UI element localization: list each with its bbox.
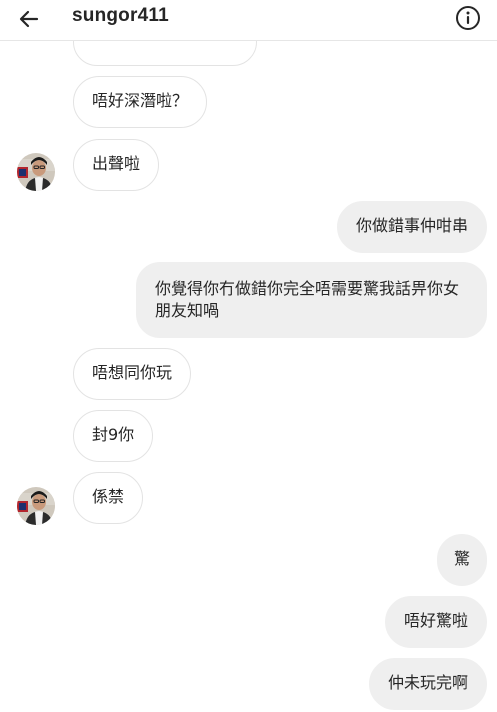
chat-header: sungor411 — [0, 0, 497, 41]
message-text: 係禁 — [92, 487, 125, 506]
message-text: 唔好驚啦 — [403, 611, 468, 630]
message-bubble-outgoing[interactable]: 你做錯事仲咁串 — [336, 201, 487, 253]
message-text: 唔好深潛啦？ — [92, 91, 189, 110]
chat-username[interactable]: sungor411 — [72, 5, 169, 27]
message-bubble-incoming[interactable]: 出聲啦 — [73, 139, 160, 191]
message-text: 驚 — [453, 549, 470, 568]
arrow-left-icon — [19, 10, 39, 28]
message-text: 出聲啦 — [92, 154, 141, 173]
message-text: 唔想同你玩 — [92, 363, 173, 382]
message-text: 你覺得你冇做錯你完全唔需要驚我話畀你女朋友知喎 — [155, 279, 460, 320]
message-text: 你做錯事仲咁串 — [355, 216, 468, 235]
message-bubble-incoming[interactable]: 封9你 — [73, 410, 154, 462]
message-thread[interactable]: 唔好深潛啦？ 出聲啦 你做錯事仲咁串 你覺得你冇做錯你完全唔需要驚我話畀你女朋友… — [0, 0, 497, 712]
avatar[interactable] — [17, 153, 55, 191]
message-bubble-incoming[interactable]: 係禁 — [73, 472, 144, 524]
info-button[interactable] — [455, 5, 481, 31]
message-bubble-incoming[interactable]: 唔好深潛啦？ — [73, 76, 208, 128]
message-bubble-incoming[interactable]: 唔想同你玩 — [73, 348, 192, 400]
profile-photo — [17, 487, 55, 525]
avatar[interactable] — [17, 487, 55, 525]
message-text: 封9你 — [92, 425, 135, 444]
back-button[interactable] — [14, 4, 44, 34]
message-text: 仲未玩完啊 — [387, 673, 468, 692]
message-bubble-outgoing[interactable]: 驚 — [436, 534, 487, 586]
profile-photo — [17, 153, 55, 191]
message-bubble-outgoing[interactable]: 唔好驚啦 — [384, 596, 487, 648]
message-bubble-outgoing[interactable]: 仲未玩完啊 — [368, 658, 487, 710]
message-bubble-outgoing[interactable]: 你覺得你冇做錯你完全唔需要驚我話畀你女朋友知喎 — [136, 262, 487, 338]
info-circle-icon — [456, 6, 480, 30]
